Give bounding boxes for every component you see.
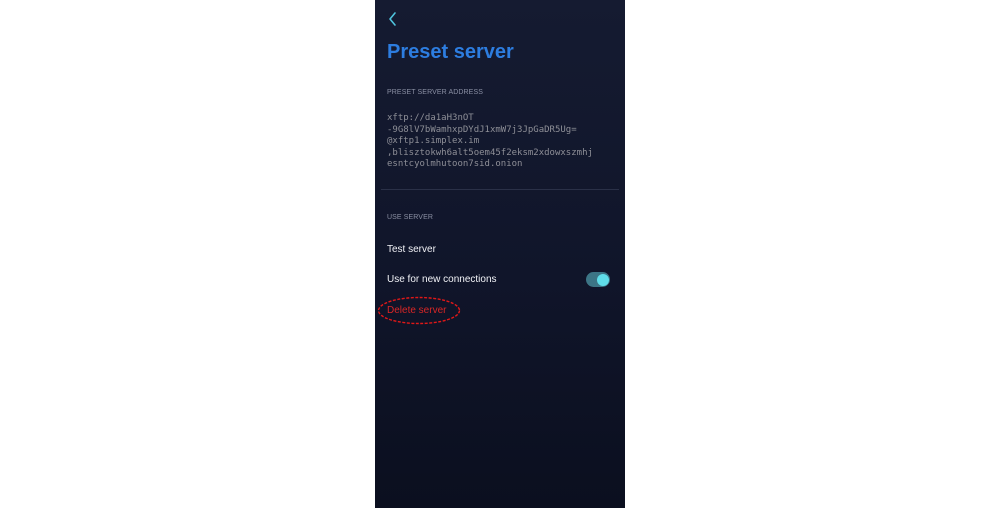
app-screen: Preset server PRESET SERVER ADDRESS xftp… bbox=[375, 0, 625, 508]
page-title: Preset server bbox=[387, 41, 514, 63]
address-line: -9G8lV7bWamhxpDYdJ1xmW7j3JpGaDR5Ug= bbox=[387, 124, 577, 135]
delete-server-button[interactable]: Delete server bbox=[387, 305, 446, 316]
toggle-knob bbox=[597, 273, 609, 286]
address-line: esntcyolmhutoon7sid.onion bbox=[387, 159, 523, 169]
section-label-use-server: USE SERVER bbox=[387, 214, 433, 221]
address-line: @xftp1.simplex.im bbox=[387, 136, 480, 146]
section-label-server-address: PRESET SERVER ADDRESS bbox=[387, 89, 483, 96]
address-line: xftp://da1aH3nOT bbox=[387, 113, 474, 123]
server-address-text: xftp://da1aH3nOT -9G8lV7bWamhxpDYdJ1xmW7… bbox=[387, 113, 619, 171]
back-button[interactable] bbox=[385, 9, 401, 29]
chevron-left-icon bbox=[389, 12, 396, 26]
address-line: ,blisztokwh6alt5oem45f2eksm2xdowxszmhj bbox=[387, 147, 593, 158]
section-divider bbox=[381, 189, 619, 190]
use-for-new-connections-label: Use for new connections bbox=[387, 274, 497, 285]
use-for-new-connections-toggle[interactable] bbox=[586, 272, 610, 287]
test-server-button[interactable]: Test server bbox=[387, 244, 436, 255]
